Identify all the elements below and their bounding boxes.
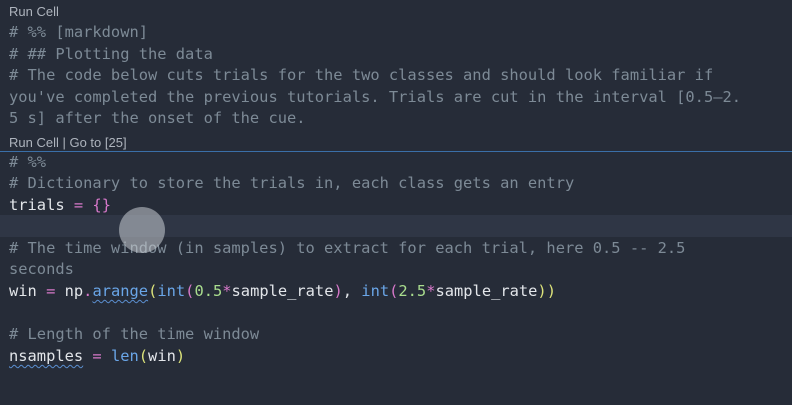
code-line-11[interactable]: seconds (9, 258, 74, 280)
code-line-2[interactable]: # ## Plotting the data (9, 43, 213, 65)
code-line-4[interactable]: you've completed the previous tutorials.… (9, 86, 741, 108)
assign-operator: = (83, 347, 111, 365)
dict-literal: {} (92, 196, 111, 214)
code-line-6[interactable]: # %% (9, 151, 46, 173)
variable-nsamples: nsamples (9, 347, 84, 365)
code-line-1[interactable]: # %% [markdown] (9, 21, 148, 43)
code-line-7[interactable]: # Dictionary to store the trials in, eac… (9, 172, 574, 194)
paren: ) (175, 347, 186, 365)
comma: , (342, 282, 362, 300)
variable-sample-rate: sample_rate (231, 282, 334, 300)
assign-operator: = (64, 196, 93, 214)
multiply-operator: * (222, 282, 232, 300)
module-np: np (64, 282, 84, 300)
code-line-10[interactable]: # The time window (in samples) to extrac… (9, 237, 685, 259)
function-int: int (361, 282, 390, 300)
variable-win: win (9, 282, 37, 300)
code-line-15[interactable]: nsamples = len(win) (9, 345, 185, 367)
variable-sample-rate: sample_rate (435, 282, 538, 300)
function-len: len (110, 347, 139, 365)
paren: ) (333, 282, 343, 300)
number-literal: 2.5 (398, 282, 427, 300)
number-literal: 0.5 (194, 282, 223, 300)
paren: ( (148, 282, 158, 300)
function-int: int (157, 282, 186, 300)
codelens-separator: | (58, 135, 70, 150)
code-editor[interactable]: Run Cell # %% [markdown] # ## Plotting t… (0, 0, 792, 405)
code-line-5[interactable]: 5 s] after the onset of the cue. (9, 107, 306, 129)
function-arange: arange (92, 282, 149, 300)
go-to-cell-link[interactable]: Go to [25] (69, 135, 126, 150)
paren: ( (138, 347, 149, 365)
code-line-14[interactable]: # Length of the time window (9, 323, 259, 345)
code-line-8[interactable]: trials = {} (9, 194, 111, 216)
codelens-cell-1: Run Cell (9, 4, 59, 20)
mouse-cursor-highlight (119, 207, 165, 253)
codelens-cell-2: Run Cell | Go to [25] (9, 135, 127, 151)
assign-operator: = (36, 282, 65, 300)
code-line-12[interactable]: win = np.arange(int(0.5*sample_rate), in… (9, 280, 556, 302)
variable-win: win (148, 347, 176, 365)
run-cell-link[interactable]: Run Cell (9, 135, 59, 150)
cell-divider (0, 151, 792, 152)
code-line-3[interactable]: # The code below cuts trials for the two… (9, 64, 713, 86)
paren: ( (389, 282, 399, 300)
run-cell-link[interactable]: Run Cell (9, 4, 59, 19)
variable-trials: trials (9, 196, 65, 214)
paren: )) (537, 282, 556, 300)
